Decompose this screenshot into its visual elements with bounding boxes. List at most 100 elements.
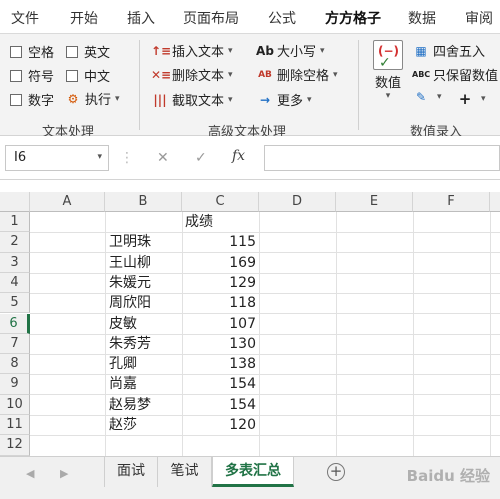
- keep-value-label: 只保留数值: [433, 69, 499, 84]
- grid-line: [30, 313, 500, 315]
- add-dropdown-button[interactable]: + ▾: [456, 90, 486, 108]
- cell-score[interactable]: 129: [182, 273, 256, 293]
- row-header[interactable]: 1: [0, 212, 30, 233]
- row-header[interactable]: 9: [0, 374, 30, 395]
- column-header-g[interactable]: [490, 192, 500, 212]
- cell-name[interactable]: 朱媛元: [109, 273, 151, 293]
- cell-score[interactable]: 130: [182, 334, 256, 354]
- checkbox-box[interactable]: [66, 69, 78, 82]
- cell-name[interactable]: 周欣阳: [109, 293, 151, 313]
- select-all-corner[interactable]: [0, 192, 30, 212]
- row-header[interactable]: 4: [0, 272, 30, 294]
- tab-insert[interactable]: 插入: [127, 8, 155, 28]
- chevron-down-icon[interactable]: ▾: [97, 152, 102, 162]
- column-header-c[interactable]: C: [182, 192, 259, 212]
- round-button[interactable]: ▦ 四舍五入: [412, 41, 485, 61]
- checkbox-label: 数字: [28, 94, 55, 109]
- row-header[interactable]: 8: [0, 354, 30, 375]
- cell-score[interactable]: 115: [182, 232, 256, 252]
- tab-page-layout[interactable]: 页面布局: [183, 8, 239, 28]
- cell-name[interactable]: 朱秀芳: [109, 334, 151, 354]
- checkbox-box[interactable]: [10, 69, 22, 82]
- checkbox-box[interactable]: [10, 45, 22, 58]
- cell-name[interactable]: 尚嘉: [109, 374, 137, 394]
- tab-formulas[interactable]: 公式: [268, 8, 296, 28]
- round-icon: ▦: [415, 43, 427, 58]
- ribbon-panel: 空格 英文 符号 中文 数字 ⚙ 执行 ▾ 文本处理 ↑≡ 插入文本 ▾ ✕≡ …: [0, 34, 500, 140]
- sheet-tab-summary[interactable]: 多表汇总: [212, 457, 294, 487]
- cell-score[interactable]: 120: [182, 415, 256, 435]
- name-box[interactable]: I6 ▾: [5, 145, 109, 171]
- row-header[interactable]: 3: [0, 252, 30, 273]
- formula-input[interactable]: [264, 145, 500, 171]
- cell-score[interactable]: 118: [182, 293, 256, 313]
- cell-score[interactable]: 154: [182, 395, 256, 415]
- cell-c1-header[interactable]: 成绩: [185, 212, 213, 232]
- cell-score[interactable]: 169: [182, 253, 256, 273]
- checkbox-symbol[interactable]: 符号: [10, 66, 54, 85]
- checkbox-chinese[interactable]: 中文: [66, 66, 110, 85]
- tab-fangfangezi[interactable]: 方方格子: [321, 8, 385, 38]
- delete-text-button[interactable]: ✕≡ 删除文本 ▾: [151, 65, 233, 85]
- cell-name[interactable]: 卫明珠: [109, 232, 151, 252]
- row-header[interactable]: 11: [0, 415, 30, 436]
- execute-button[interactable]: ⚙ 执行 ▾: [64, 89, 120, 109]
- row-header[interactable]: 2: [0, 232, 30, 253]
- function-icon[interactable]: fx: [232, 148, 245, 164]
- chevron-down-icon: ▾: [320, 45, 325, 56]
- check-icon[interactable]: ✓: [195, 150, 207, 166]
- scroll-right-icon[interactable]: ▶: [60, 467, 68, 480]
- row-header[interactable]: 12: [0, 435, 30, 456]
- delete-text-icon: ✕≡: [151, 67, 172, 82]
- cell-reference: I6: [14, 150, 27, 165]
- cell-score[interactable]: 138: [182, 354, 256, 374]
- checkbox-space[interactable]: 空格: [10, 42, 54, 61]
- insert-text-icon: ↑≡: [151, 43, 172, 58]
- grid-line: [30, 394, 500, 396]
- cell-score[interactable]: 154: [182, 374, 256, 394]
- checkbox-box[interactable]: [10, 93, 22, 106]
- extract-text-button[interactable]: ||| 截取文本 ▾: [151, 90, 232, 110]
- row-header[interactable]: 7: [0, 333, 30, 355]
- chevron-down-icon: ▾: [481, 94, 486, 104]
- column-header-b[interactable]: B: [105, 192, 182, 212]
- checkbox-label: 中文: [84, 70, 111, 85]
- value-button[interactable]: (−) ✓ 数值 ▾: [370, 40, 406, 101]
- tab-data[interactable]: 数据: [408, 8, 436, 28]
- column-header-e[interactable]: E: [336, 192, 413, 212]
- more-button[interactable]: → 更多 ▾: [256, 90, 312, 110]
- keep-value-button[interactable]: ABC 只保留数值: [412, 65, 498, 84]
- grid-line: [336, 212, 337, 456]
- column-header-d[interactable]: D: [259, 192, 336, 212]
- cell-name[interactable]: 赵易梦: [109, 395, 151, 415]
- row-header-selected[interactable]: 6: [0, 313, 30, 334]
- row-header[interactable]: 10: [0, 394, 30, 415]
- delete-space-button[interactable]: AB 删除空格 ▾: [256, 65, 338, 84]
- cell-name[interactable]: 赵莎: [109, 415, 137, 435]
- checkbox-box[interactable]: [66, 45, 78, 58]
- edit-dropdown-button[interactable]: ✎ ▾: [412, 90, 442, 104]
- cell-name[interactable]: 孔卿: [109, 354, 137, 374]
- cell-name[interactable]: 皮敏: [109, 314, 137, 334]
- cell-name[interactable]: 王山柳: [109, 253, 151, 273]
- add-sheet-icon[interactable]: +: [327, 463, 345, 481]
- grid-line: [30, 374, 500, 376]
- row-header[interactable]: 5: [0, 293, 30, 314]
- sheet-tab-written[interactable]: 笔试: [158, 457, 212, 487]
- chevron-down-icon: ▾: [333, 69, 338, 80]
- column-header-a[interactable]: A: [30, 192, 105, 212]
- tab-review[interactable]: 审阅: [465, 8, 493, 28]
- column-header-f[interactable]: F: [413, 192, 490, 212]
- tab-file[interactable]: 文件: [11, 8, 39, 28]
- cell-score[interactable]: 107: [182, 314, 256, 334]
- sheet-tab-interview[interactable]: 面试: [104, 457, 158, 487]
- insert-text-button[interactable]: ↑≡ 插入文本 ▾: [151, 41, 233, 61]
- checkbox-number[interactable]: 数字: [10, 90, 54, 109]
- tab-home[interactable]: 开始: [70, 8, 98, 28]
- case-button[interactable]: Ab 大小写 ▾: [256, 41, 325, 61]
- checkbox-english[interactable]: 英文: [66, 42, 110, 61]
- case-icon: Ab: [256, 43, 274, 58]
- chevron-down-icon: ▾: [385, 91, 391, 101]
- scroll-left-icon[interactable]: ◀: [26, 467, 34, 480]
- cancel-icon[interactable]: ✕: [157, 150, 169, 166]
